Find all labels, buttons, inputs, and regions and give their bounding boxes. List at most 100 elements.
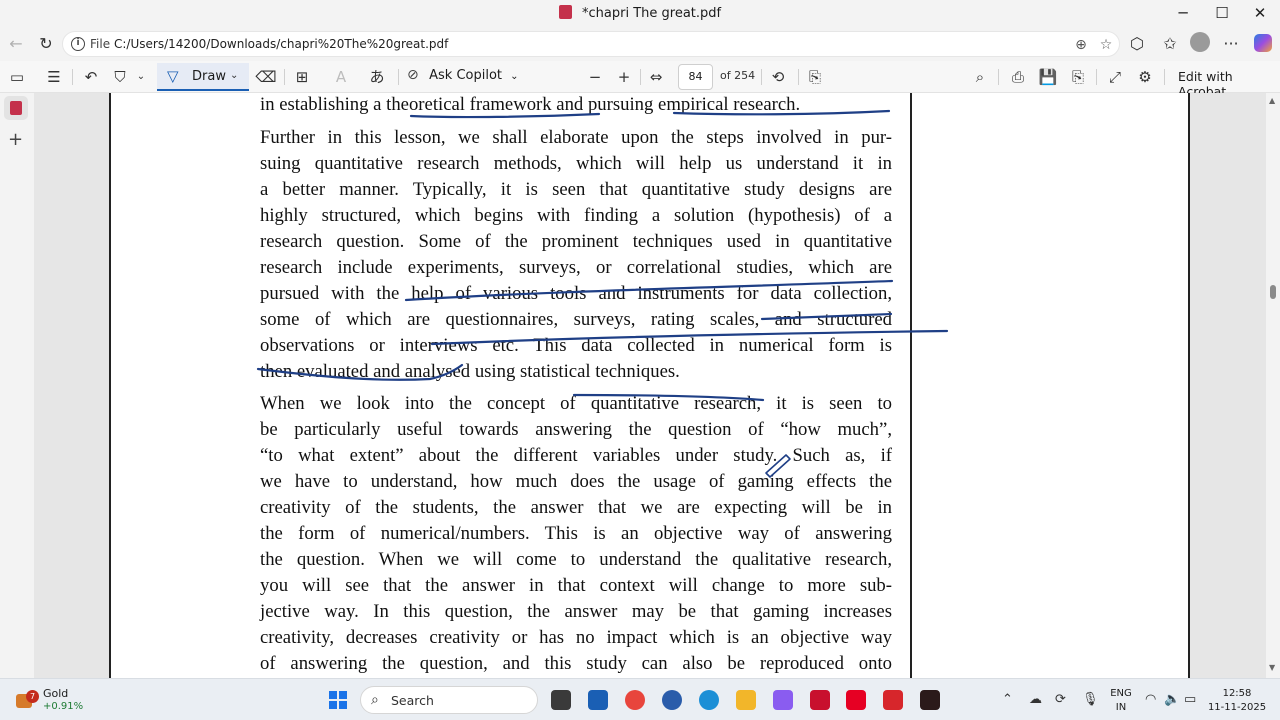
battery-icon[interactable]: ▭ — [1184, 692, 1196, 707]
language-bottom[interactable]: IN — [1108, 702, 1134, 713]
extensions-icon[interactable]: ⬡ — [1125, 32, 1149, 56]
page-total-label: of 254 — [720, 69, 756, 82]
edge-sidebar: + — [0, 93, 34, 678]
find-icon[interactable]: ⌕ — [969, 67, 991, 87]
add-text-icon[interactable]: ⊞ — [291, 67, 313, 87]
rotate-icon[interactable]: ⟲ — [767, 67, 789, 87]
vertical-scrollbar[interactable]: ▲ ▼ — [1266, 93, 1280, 678]
scroll-up-icon[interactable]: ▲ — [1269, 96, 1275, 105]
address-bar[interactable]: i File C:/Users/14200/Downloads/chapri%2… — [62, 31, 1120, 57]
sidebar-toggle-icon[interactable]: ▭ — [6, 67, 28, 87]
widget-name[interactable]: Gold — [43, 687, 68, 700]
add-tab-plus-icon[interactable]: + — [8, 129, 23, 150]
contents-icon[interactable]: ☰ — [43, 67, 65, 87]
text-line: observations or interviews etc. This dat… — [260, 335, 892, 356]
zoom-out-icon[interactable]: − — [584, 67, 606, 87]
profile-avatar[interactable] — [1190, 32, 1210, 52]
scrollbar-thumb[interactable] — [1270, 285, 1276, 299]
text-style-icon[interactable]: A — [330, 67, 352, 87]
highlight-dropdown-chevron-icon[interactable]: ⌄ — [130, 67, 152, 87]
text-line: the form of numerical/numbers. This is a… — [260, 523, 892, 544]
text-line: suing quantitative research methods, whi… — [260, 153, 892, 174]
windows-taskbar: 7 Gold +0.91% ⌕ Search ⌃ ☁ ⟳ 🎙 ENG IN ◠ … — [0, 678, 1280, 720]
copilot-app-icon[interactable] — [773, 690, 793, 710]
toolbar-divider — [72, 69, 73, 85]
highlight-icon[interactable]: ⛉ — [109, 67, 131, 87]
scroll-down-icon[interactable]: ▼ — [1269, 663, 1275, 672]
draw-label: Draw — [192, 69, 226, 84]
pdf-viewer[interactable]: in establishing a theoretical framework … — [34, 93, 1266, 678]
text-line: research include experiments, surveys, o… — [260, 257, 892, 278]
text-line: jective way. In this question, the answe… — [260, 601, 892, 622]
print-icon[interactable]: ⎙ — [1007, 67, 1029, 87]
page-number-input[interactable]: 84 — [678, 64, 713, 90]
pdf-page[interactable]: in establishing a theoretical framework … — [109, 93, 1190, 678]
onedrive-icon[interactable]: ☁ — [1029, 692, 1042, 707]
microphone-icon[interactable]: 🎙 — [1082, 692, 1099, 707]
text-line: creativity, decreases creativity or has … — [260, 627, 892, 648]
refresh-icon[interactable]: ↻ — [34, 32, 58, 56]
widgets-icon[interactable]: 7 — [16, 690, 39, 710]
text-line: When we look into the concept of quantit… — [260, 393, 892, 414]
page-view-icon[interactable]: ⎘ — [804, 67, 826, 87]
text-line: research question. Some of the prominent… — [260, 231, 892, 252]
clock-time[interactable]: 12:58 — [1207, 688, 1267, 699]
chrome-icon[interactable] — [625, 690, 645, 710]
widget-value: +0.91% — [43, 701, 84, 712]
edge-icon[interactable] — [699, 690, 719, 710]
url-text[interactable]: C:/Users/14200/Downloads/chapri%20The%20… — [114, 37, 448, 51]
toolbar-divider — [284, 69, 285, 85]
undo-icon[interactable]: ↶ — [80, 67, 102, 87]
draw-button[interactable]: ▽ Draw ⌄ — [157, 63, 249, 91]
settings-gear-icon[interactable]: ⚙ — [1134, 67, 1156, 87]
wifi-icon[interactable]: ◠ — [1145, 692, 1156, 707]
language-top[interactable]: ENG — [1108, 688, 1134, 699]
text-line: “to what extent” about the different var… — [260, 445, 892, 466]
more-menu-icon[interactable]: ··· — [1219, 32, 1243, 56]
address-bar-row: ← ↻ i File C:/Users/14200/Downloads/chap… — [0, 29, 1280, 59]
windows-start-icon[interactable] — [329, 691, 347, 709]
mcafee-icon[interactable] — [810, 690, 830, 710]
text-line: creativity of the students, the answer t… — [260, 497, 892, 518]
draw-pen-icon: ▽ — [167, 67, 179, 85]
text-line: a better manner. Typically, it is seen t… — [260, 179, 892, 200]
toolbar-divider — [998, 69, 999, 85]
eraser-icon[interactable]: ⌫ — [255, 67, 277, 87]
save-as-icon[interactable]: ⎘ — [1067, 67, 1089, 87]
file-explorer-icon[interactable] — [736, 690, 756, 710]
pdf-toolbar: ▭ ☰ ↶ ⛉ ⌄ ▽ Draw ⌄ ⌫ ⊞ A あ ⊘ Ask Copilot… — [0, 61, 1280, 99]
taskbar-search-box[interactable]: ⌕ Search — [360, 686, 538, 714]
record-app-icon[interactable] — [920, 690, 940, 710]
youtube-icon[interactable] — [846, 690, 866, 710]
fit-to-width-icon[interactable]: ⇔ — [645, 67, 667, 87]
text-line: Further in this lesson, we shall elabora… — [260, 127, 892, 148]
zoom-icon[interactable]: ⊕ — [1072, 36, 1090, 54]
clock-date[interactable]: 11-11-2025 — [1207, 702, 1267, 713]
pdf-tab-icon[interactable] — [4, 96, 28, 120]
close-button[interactable]: ✕ — [1237, 2, 1280, 26]
favorites-icon[interactable]: ✩ — [1158, 32, 1182, 56]
info-icon[interactable]: i — [71, 37, 85, 51]
store-icon[interactable] — [588, 690, 608, 710]
acrobat-icon[interactable] — [883, 690, 903, 710]
dell-icon[interactable] — [662, 690, 682, 710]
read-aloud-icon[interactable]: あ — [366, 67, 388, 87]
pdf-file-icon — [558, 5, 572, 19]
sync-icon[interactable]: ⟳ — [1055, 692, 1066, 707]
search-label: Search — [391, 693, 434, 708]
paragraph-intro: in establishing a theoretical framework … — [260, 93, 892, 118]
window-title: *chapri The great.pdf — [582, 6, 722, 21]
copilot-dropdown-chevron-icon: ⌄ — [510, 71, 519, 82]
ask-copilot-button[interactable]: ⊘ Ask Copilot ⌄ — [407, 67, 519, 87]
zoom-in-icon[interactable]: + — [613, 67, 635, 87]
draw-dropdown-chevron-icon[interactable]: ⌄ — [230, 70, 238, 81]
fullscreen-icon[interactable]: ⤢ — [1104, 67, 1126, 87]
back-arrow-icon[interactable]: ← — [4, 32, 28, 56]
task-view-icon[interactable] — [551, 690, 571, 710]
volume-icon[interactable]: 🔈 — [1164, 692, 1180, 707]
tray-chevron-icon[interactable]: ⌃ — [1002, 692, 1013, 707]
copilot-icon[interactable] — [1254, 34, 1272, 52]
favorite-star-icon[interactable]: ☆ — [1097, 36, 1115, 54]
save-icon[interactable]: 💾 — [1037, 67, 1059, 87]
text-line: of answering the question, and this stud… — [260, 653, 892, 674]
